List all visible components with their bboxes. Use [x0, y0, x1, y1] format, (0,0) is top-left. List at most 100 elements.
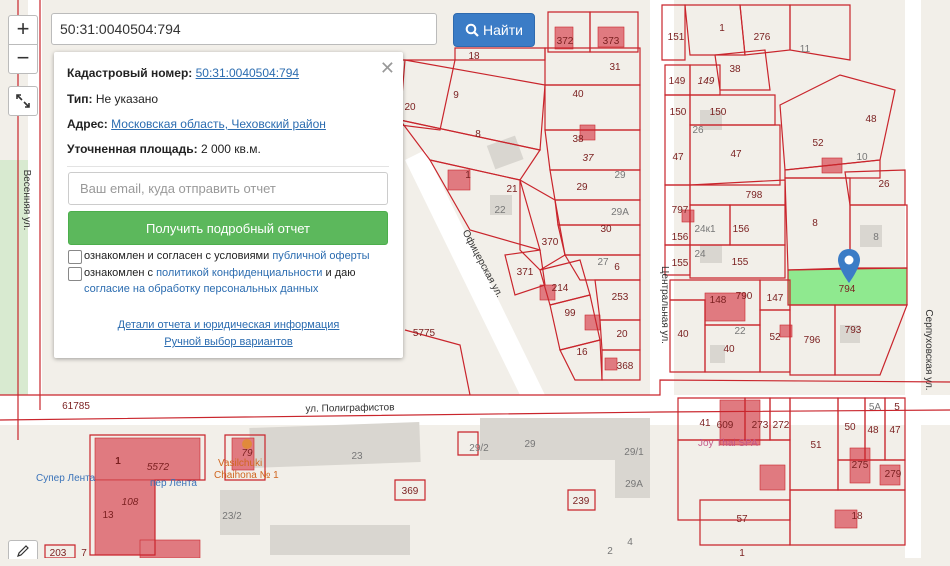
divider: [67, 166, 389, 167]
parcel-label: 8: [873, 232, 879, 243]
parcel-label: 368: [617, 361, 634, 372]
pencil-icon: [17, 545, 29, 557]
parcel-label: 797: [672, 205, 689, 216]
parcel-label: 40: [572, 89, 584, 100]
zoom-in-button[interactable]: +: [8, 15, 38, 45]
parcel-label: 372: [557, 36, 574, 47]
parcel-label: 29/2: [469, 443, 489, 454]
parcel-label: 40: [677, 329, 689, 340]
parcel-label: 794: [839, 284, 856, 295]
parcel-label: 11: [800, 44, 811, 55]
poi-label[interactable]: Chaihona № 1: [214, 470, 279, 481]
parcel-label: 30: [600, 224, 612, 235]
parcel-label: 214: [552, 283, 569, 294]
parcel-label: 150: [710, 107, 727, 118]
cadastral-link[interactable]: 50:31:0040504:794: [196, 66, 299, 80]
parcel-label: 10: [856, 152, 868, 163]
location-pin-icon[interactable]: [837, 248, 861, 284]
address-link[interactable]: Московская область, Чеховский район: [111, 117, 326, 131]
parcel-label: 149: [669, 76, 686, 87]
draw-tool-button[interactable]: [8, 540, 38, 559]
parcel-label: 155: [672, 258, 689, 269]
poi-label[interactable]: Супер Лента: [36, 473, 96, 484]
street-label: Серпуховская ул.: [923, 309, 934, 390]
parcel-label: 793: [845, 325, 862, 336]
parcel-label: 16: [576, 347, 588, 358]
parcel-label: 151: [668, 32, 685, 43]
street-label: Центральная ул.: [659, 266, 670, 344]
parcel-label: 1: [739, 548, 745, 558]
poi-label[interactable]: пер Лента: [150, 478, 197, 489]
type-row: Тип: Не указано: [67, 92, 158, 106]
parcel-label: 155: [732, 257, 749, 268]
privacy-agree-text: ознакомлен с политикой конфиденциальност…: [84, 267, 356, 295]
parcel-label: 23/2: [222, 511, 242, 522]
parcel-label: 108: [122, 497, 139, 508]
parcel-label: 149: [698, 76, 715, 87]
offer-agree-text: ознакомлен и согласен с условиями публич…: [84, 250, 370, 262]
restaurant-icon[interactable]: [242, 439, 252, 449]
parcel-label: 371: [517, 267, 534, 278]
privacy-agree-checkbox[interactable]: [68, 267, 82, 281]
parcel-label: 609: [717, 420, 734, 431]
public-offer-link[interactable]: публичной оферты: [272, 250, 369, 262]
parcel-label: 48: [867, 425, 879, 436]
parcel-label: 156: [733, 224, 750, 235]
parcel-label: 273: [752, 420, 769, 431]
parcel-label: 13: [102, 510, 114, 521]
parcel-label: 40: [723, 344, 735, 355]
poi-label[interactable]: Vasilchuki: [218, 458, 262, 469]
poi-label[interactable]: Joy Thai SPA: [698, 438, 758, 449]
parcel-label: 6: [614, 262, 620, 273]
parcel-label: 275: [852, 460, 869, 471]
offer-agree-checkbox[interactable]: [68, 250, 82, 264]
parcel-label: 50: [844, 422, 856, 433]
parcel-label: 4: [627, 537, 633, 548]
type-label: Тип:: [67, 92, 93, 106]
street-label: ул. Полиграфистов: [305, 401, 394, 415]
parcel-label: 24к1: [694, 224, 715, 235]
parcel-label: 1: [719, 23, 725, 34]
parcel-label: 29/1: [624, 447, 644, 458]
parcel-label: 373: [603, 36, 620, 47]
zoom-out-button[interactable]: −: [8, 44, 38, 74]
parcel-label: 150: [670, 107, 687, 118]
area-label: Уточненная площадь:: [67, 142, 198, 156]
manual-selection-link[interactable]: Ручной выбор вариантов: [54, 336, 403, 348]
fullscreen-button[interactable]: [8, 86, 38, 116]
parcel-label: 47: [889, 425, 901, 436]
parcel-label: 279: [885, 469, 902, 480]
address-label: Адрес:: [67, 117, 108, 131]
report-details-link[interactable]: Детали отчета и юридическая информация: [54, 319, 403, 331]
parcel-label: 5: [894, 402, 900, 413]
parcel-label: 156: [672, 232, 689, 243]
parcel-label: 24: [694, 249, 706, 260]
parcel-label: 29: [524, 439, 536, 450]
parcel-label: 796: [804, 335, 821, 346]
privacy-policy-link[interactable]: политикой конфиденциальности: [156, 267, 322, 279]
search-button[interactable]: Найти: [453, 13, 535, 47]
parcel-label: 276: [754, 32, 771, 43]
get-report-button[interactable]: Получить подробный отчет: [68, 211, 388, 245]
parcel-label: 38: [572, 134, 584, 145]
parcel-label: 272: [773, 420, 790, 431]
parcel-label: 52: [812, 138, 824, 149]
area-value: 2 000 кв.м.: [200, 142, 261, 156]
email-input[interactable]: [68, 172, 388, 205]
parcel-label: 239: [573, 496, 590, 507]
search-button-label: Найти: [483, 22, 523, 38]
parcel-label: 253: [612, 292, 629, 303]
parcel-label: 18: [468, 51, 480, 62]
parcel-label: 8: [812, 218, 818, 229]
data-consent-link[interactable]: согласие на обработку персональных данны…: [84, 283, 318, 295]
parcel-label: 21: [506, 184, 518, 195]
parcel-label: 5572: [147, 462, 170, 473]
parcel-label: 203: [50, 548, 67, 558]
close-icon[interactable]: ✕: [380, 58, 395, 79]
parcel-label: 22: [494, 205, 506, 216]
cadastral-search-input[interactable]: [51, 13, 437, 45]
search-icon: [465, 23, 479, 37]
parcel-label: 29А: [611, 207, 629, 218]
expand-icon: [16, 94, 30, 108]
parcel-label: 1: [115, 456, 121, 467]
